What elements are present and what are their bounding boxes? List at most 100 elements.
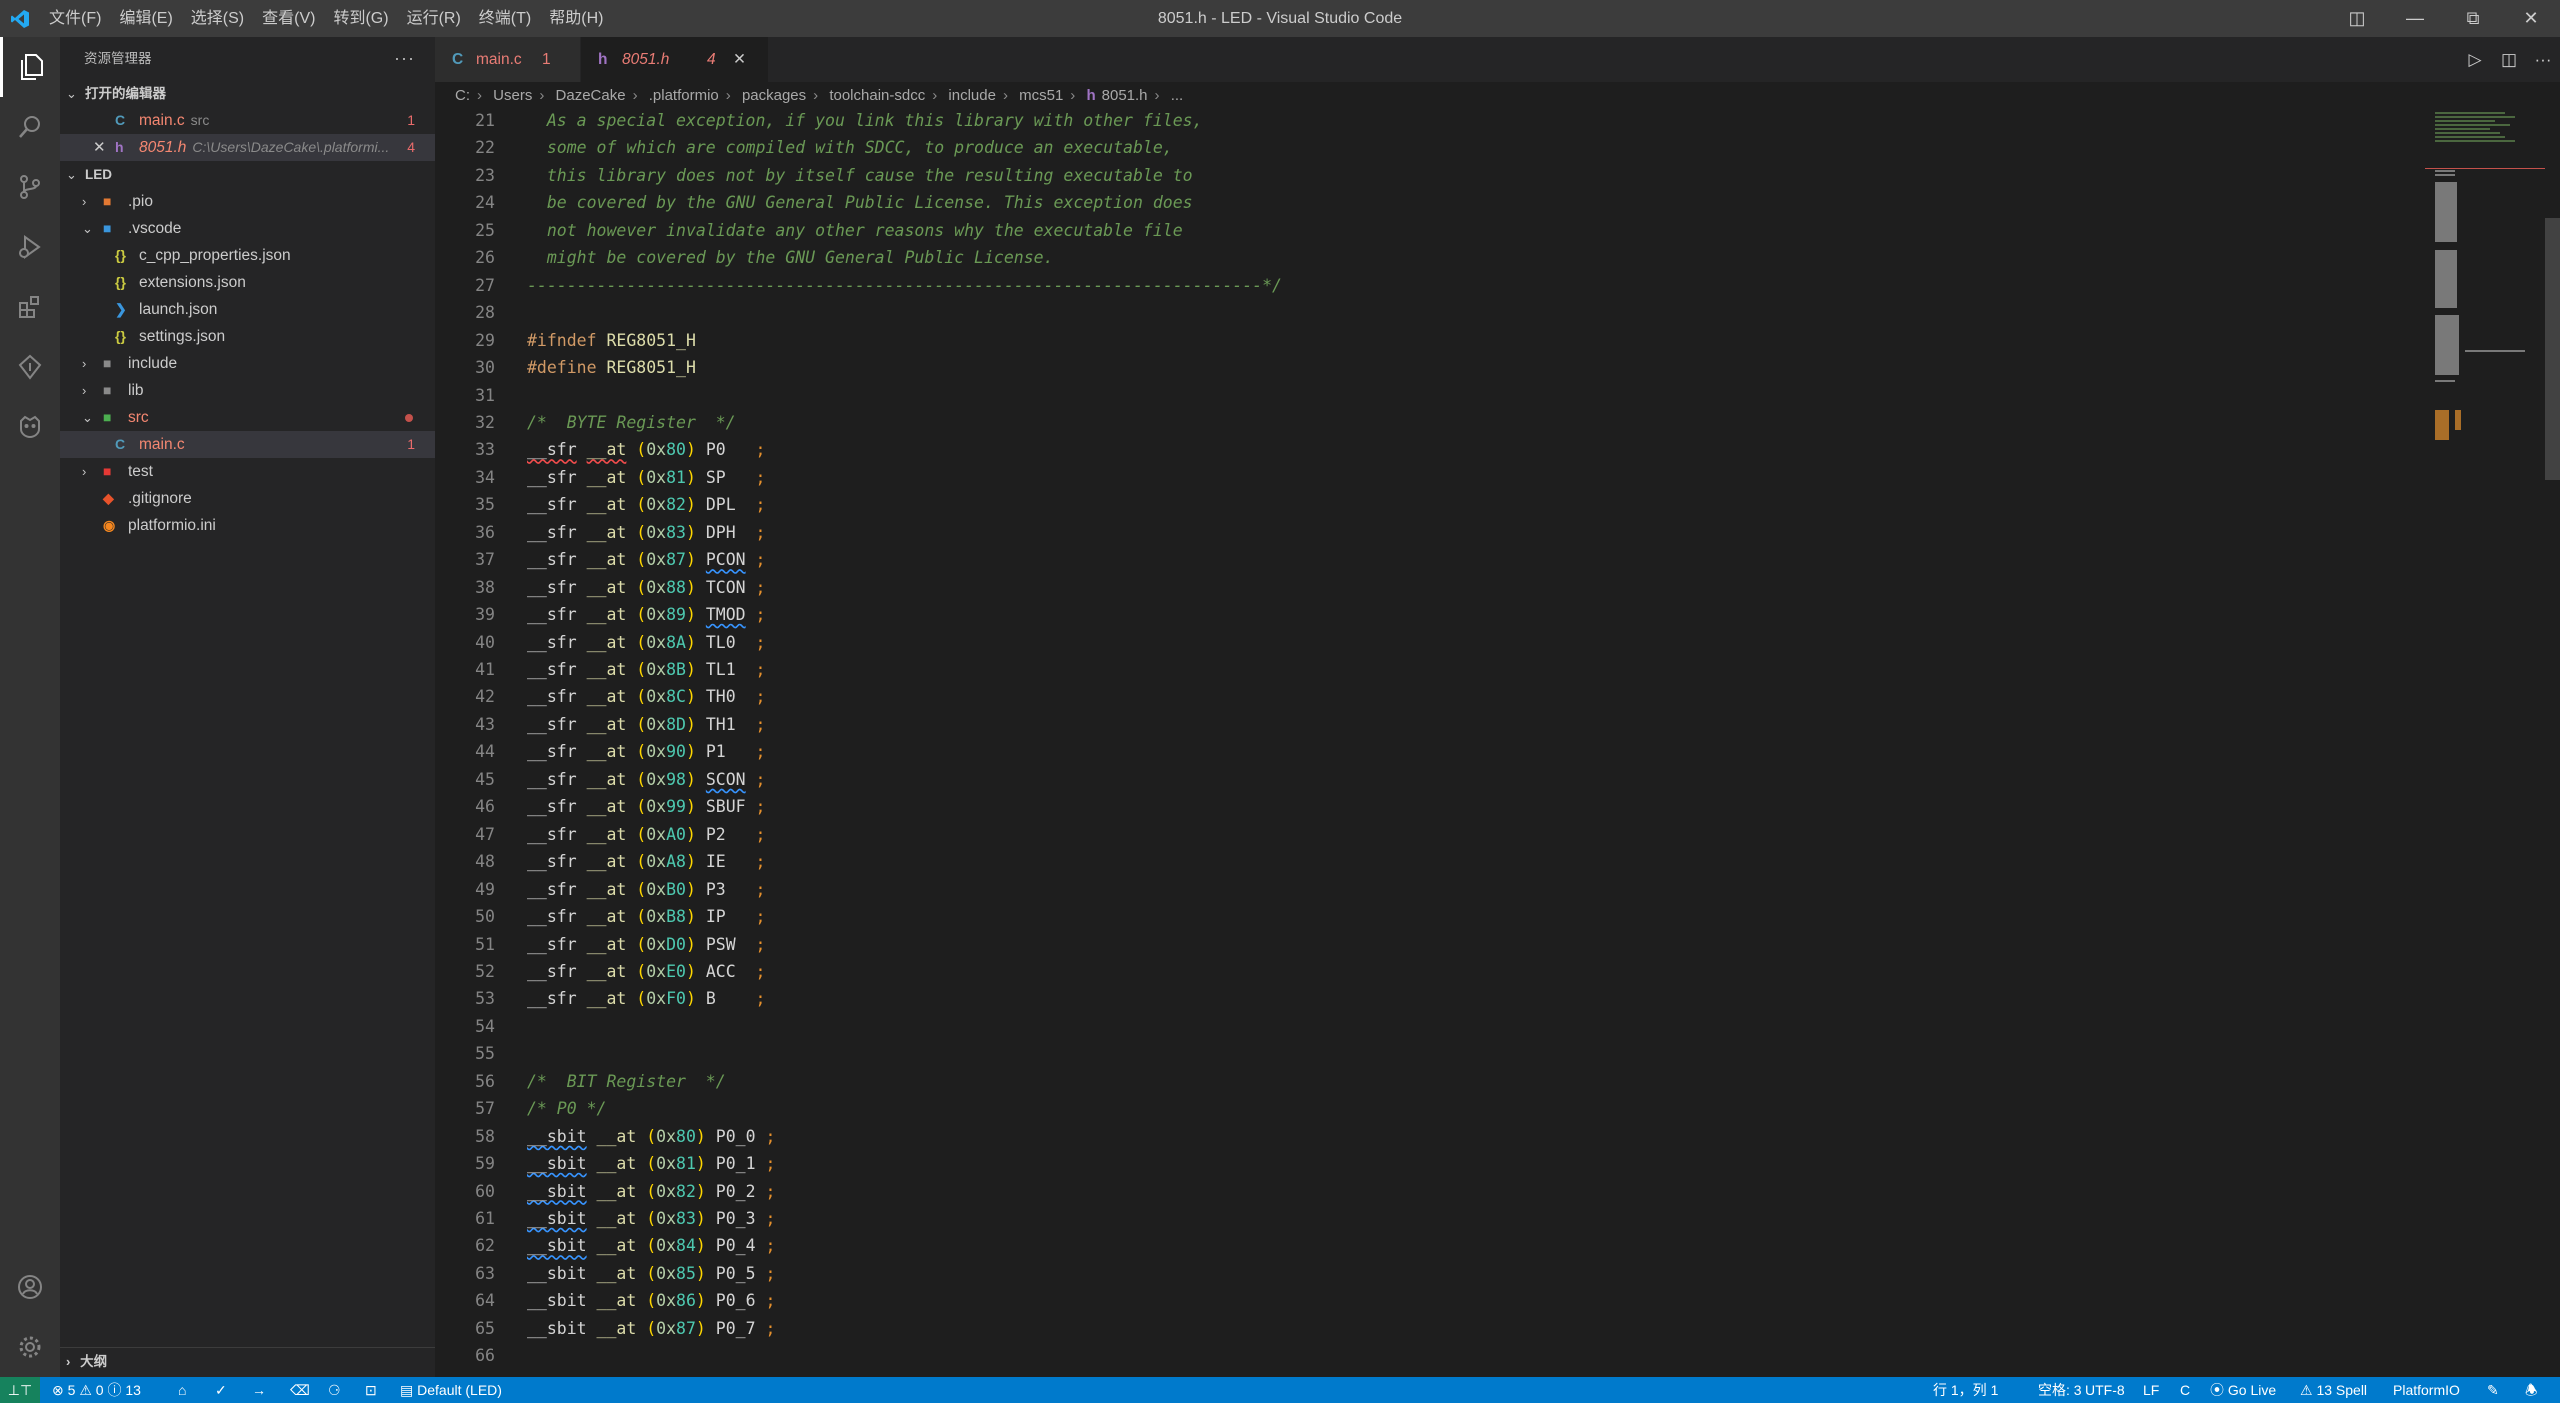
code-line[interactable]: __sbit __at (0x80) P0_0 ; — [527, 1127, 775, 1146]
menu-run[interactable]: 运行(R) — [398, 0, 470, 37]
tree-file[interactable]: {} c_cpp_properties.json — [60, 242, 435, 269]
code-line[interactable]: __sfr __at (0xE0) ACC ; — [527, 962, 765, 981]
problems-indicator[interactable]: ⊗ 5 ⚠ 0 ⓘ 13 — [52, 1377, 141, 1403]
code-line[interactable]: __sfr __at (0xD0) PSW ; — [527, 935, 765, 954]
code-line[interactable]: __sfr __at (0xB0) P3 ; — [527, 880, 765, 899]
code-line[interactable]: __sbit __at (0x82) P0_2 ; — [527, 1182, 775, 1201]
code-line[interactable]: this library does not by itself cause th… — [527, 166, 1193, 185]
terminal-icon[interactable]: ⊡ — [365, 1377, 377, 1403]
tab-main-c[interactable]: C main.c 1 — [435, 37, 580, 82]
scroll-thumb[interactable] — [2545, 218, 2560, 480]
code-line[interactable]: __sfr __at (0x8C) TH0 ; — [527, 687, 765, 706]
tab-8051-h[interactable]: h 8051.h 4 ✕ — [581, 37, 768, 82]
platformio-icon[interactable] — [0, 397, 60, 457]
menu-terminal[interactable]: 终端(T) — [470, 0, 540, 37]
code-line[interactable]: __sbit __at (0x86) P0_6 ; — [527, 1291, 775, 1310]
code-line[interactable]: some of which are compiled with SDCC, to… — [527, 138, 1173, 157]
spell-check[interactable]: ⚠ 13 Spell — [2300, 1377, 2367, 1403]
tree-file[interactable]: {} extensions.json — [60, 269, 435, 296]
menu-view[interactable]: 查看(V) — [253, 0, 324, 37]
encoding[interactable]: UTF-8 — [2085, 1377, 2125, 1403]
breadcrumb-item[interactable]: mcs51 — [1019, 87, 1063, 104]
tree-folder-src[interactable]: ⌄ ■ src — [60, 404, 435, 431]
code-line[interactable]: __sbit __at (0x81) P0_1 ; — [527, 1154, 775, 1173]
run-debug-icon[interactable] — [0, 217, 60, 277]
cursor-position[interactable]: 行 1，列 1 — [1933, 1377, 1998, 1403]
menu-selection[interactable]: 选择(S) — [182, 0, 253, 37]
more-actions-icon[interactable]: ··· — [2526, 37, 2560, 82]
trash-icon[interactable]: ⌫ — [290, 1377, 310, 1403]
code-line[interactable]: might be covered by the GNU General Publ… — [527, 248, 1054, 267]
tree-file[interactable]: ◆ .gitignore — [60, 485, 435, 512]
minimize-button[interactable]: — — [2386, 0, 2444, 37]
code-line[interactable]: __sfr __at (0x8A) TL0 ; — [527, 633, 765, 652]
tree-folder-include[interactable]: › ■ include — [60, 350, 435, 377]
layout-icon[interactable]: ◫ — [2328, 0, 2386, 37]
code-line[interactable]: __sbit __at (0x84) P0_4 ; — [527, 1236, 775, 1255]
code-line[interactable]: __sfr __at (0x8D) TH1 ; — [527, 715, 765, 734]
breadcrumb-item[interactable]: 8051.h — [1102, 87, 1148, 104]
tree-file[interactable]: ❯ launch.json — [60, 296, 435, 323]
breadcrumb-item[interactable]: DazeCake — [556, 87, 626, 104]
code-line[interactable]: __sfr __at (0x82) DPL ; — [527, 495, 765, 514]
tree-folder-pio[interactable]: › ■ .pio — [60, 188, 435, 215]
code-line[interactable]: __sfr __at (0xA0) P2 ; — [527, 825, 765, 844]
tree-folder-vscode[interactable]: ⌄ ■ .vscode — [60, 215, 435, 242]
open-editors-section[interactable]: ⌄ 打开的编辑器 — [60, 80, 435, 107]
env-selector[interactable]: ▤ Default (LED) — [400, 1377, 502, 1403]
explorer-icon[interactable] — [0, 37, 60, 97]
code-line[interactable]: __sfr __at (0x81) SP ; — [527, 468, 765, 487]
plug-icon[interactable]: ⚆ — [328, 1377, 341, 1403]
code-line[interactable]: __sfr __at (0x83) DPH ; — [527, 523, 765, 542]
line-ending[interactable]: LF — [2143, 1377, 2159, 1403]
close-icon[interactable]: ✕ — [93, 134, 106, 161]
extensions-icon[interactable] — [0, 277, 60, 337]
close-window-button[interactable]: ✕ — [2502, 0, 2560, 37]
code-line[interactable]: #define REG8051_H — [527, 358, 696, 377]
code-line[interactable]: __sfr __at (0x88) TCON ; — [527, 578, 765, 597]
code-line[interactable]: __sfr __at (0xA8) IE ; — [527, 852, 765, 871]
breadcrumb-item[interactable]: toolchain-sdcc — [829, 87, 925, 104]
code-line[interactable]: not however invalidate any other reasons… — [527, 221, 1183, 240]
minimap[interactable] — [2425, 110, 2545, 480]
code-line[interactable]: __sbit __at (0x83) P0_3 ; — [527, 1209, 775, 1228]
code-line[interactable]: __sfr __at (0x90) P1 ; — [527, 742, 765, 761]
code-line[interactable]: __sfr __at (0x8B) TL1 ; — [527, 660, 765, 679]
go-live-button[interactable]: ⦿ Go Live — [2210, 1377, 2276, 1403]
breadcrumb-item[interactable]: packages — [742, 87, 806, 104]
more-actions-icon[interactable]: ··· — [394, 37, 415, 80]
platformio-status[interactable]: PlatformIO — [2393, 1377, 2460, 1403]
code-editor[interactable]: 21 As a special exception, if you link t… — [435, 110, 2435, 1377]
code-line[interactable]: be covered by the GNU General Public Lic… — [527, 193, 1193, 212]
menu-help[interactable]: 帮助(H) — [540, 0, 612, 37]
run-icon[interactable]: ▷ — [2458, 37, 2492, 82]
code-line[interactable]: __sfr __at (0x98) SCON ; — [527, 770, 765, 789]
tree-file[interactable]: {} settings.json — [60, 323, 435, 350]
breadcrumb-item[interactable]: C: — [455, 87, 470, 104]
breadcrumb-item[interactable]: .platformio — [649, 87, 719, 104]
tree-folder-lib[interactable]: › ■ lib — [60, 377, 435, 404]
tree-folder-test[interactable]: › ■ test — [60, 458, 435, 485]
account-icon[interactable] — [0, 1257, 60, 1317]
menu-go[interactable]: 转到(G) — [324, 0, 397, 37]
source-control-icon[interactable] — [0, 157, 60, 217]
build-check-icon[interactable]: ✓ — [215, 1377, 227, 1403]
code-line[interactable]: __sbit __at (0x87) P0_7 ; — [527, 1319, 775, 1338]
language-mode[interactable]: C — [2180, 1377, 2190, 1403]
menu-edit[interactable]: 编辑(E) — [110, 0, 181, 37]
code-line[interactable]: __sfr __at (0xF0) B ; — [527, 989, 765, 1008]
breadcrumb-item[interactable]: Users — [493, 87, 532, 104]
notifications-bell-icon[interactable]: 🕭 — [2525, 1377, 2538, 1403]
open-editor-item[interactable]: C main.c src 1 — [60, 107, 435, 134]
code-line[interactable]: __sbit __at (0x85) P0_5 ; — [527, 1264, 775, 1283]
breadcrumb-item[interactable]: ... — [1171, 87, 1184, 104]
code-line[interactable]: /* BIT Register */ — [527, 1072, 726, 1091]
code-line[interactable]: ----------------------------------------… — [527, 276, 1282, 295]
tree-file[interactable]: ◉ platformio.ini — [60, 512, 435, 539]
code-line[interactable]: /* P0 */ — [527, 1099, 606, 1118]
close-tab-icon[interactable]: ✕ — [733, 37, 746, 82]
code-line[interactable]: __sfr __at (0x89) TMOD ; — [527, 605, 765, 624]
breadcrumb-item[interactable]: include — [948, 87, 996, 104]
search-icon[interactable] — [0, 97, 60, 157]
code-line[interactable]: __sfr __at (0x87) PCON ; — [527, 550, 765, 569]
